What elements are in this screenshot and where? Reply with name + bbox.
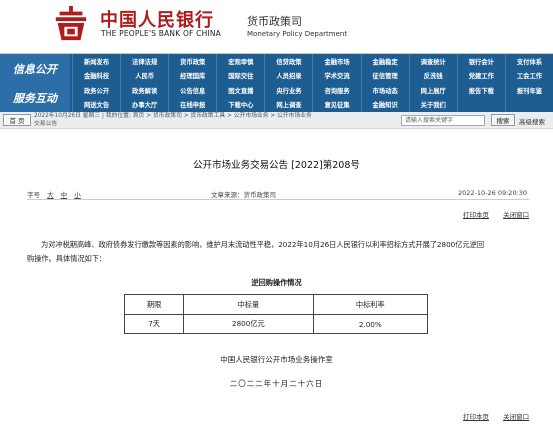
signature: 中国人民银行公开市场业务操作室 <box>220 355 333 364</box>
nav-item[interactable]: 关于我们 <box>408 97 457 112</box>
table-row: 7天 2800亿元 2.00% <box>123 314 429 334</box>
paragraph-line-2: 购操作。具体情况如下： <box>27 254 107 263</box>
nav-item[interactable]: 意见征集 <box>312 97 360 112</box>
pboc-logo-icon[interactable] <box>52 4 90 42</box>
nav-item-empty <box>456 97 505 112</box>
department-name-cn: 货币政策司 <box>247 15 302 28</box>
table-header-row: 期限 中标量 中标利率 <box>123 294 429 315</box>
home-button[interactable]: 首 页 <box>3 114 31 126</box>
close-link[interactable]: 关闭窗口 <box>503 211 529 219</box>
nav-section-info-public[interactable]: 信息公开 <box>0 54 70 83</box>
breadcrumb: 2022年10月26日 星期三 | 我的位置: 首页 > 货币政策司 > 货币政… <box>34 113 312 128</box>
nav-item[interactable]: 图文直播 <box>216 83 264 98</box>
nav-item[interactable]: 网送文告 <box>72 97 120 112</box>
nav-item[interactable]: 党建工作 <box>456 68 505 83</box>
department-name-en: Monetary Policy Department <box>247 30 348 38</box>
breadcrumb-line-2[interactable]: 交易公告 <box>34 121 312 129</box>
table-cell: 7天 <box>123 314 185 334</box>
nav-item[interactable]: 宏观审慎 <box>216 54 264 69</box>
font-size-medium[interactable]: 中 <box>61 191 68 199</box>
nav-item[interactable]: 反洗钱 <box>408 68 457 83</box>
article-actions-top: 打印本页 关闭窗口 <box>461 209 529 219</box>
nav-item[interactable]: 征信管理 <box>360 68 409 83</box>
bank-name-en: THE PEOPLE'S BANK OF CHINA <box>101 29 221 38</box>
nav-item[interactable]: 咨询服务 <box>312 83 360 98</box>
breadcrumb-line-1[interactable]: 2022年10月26日 星期三 | 我的位置: 首页 > 货币政策司 > 货币政… <box>34 113 312 121</box>
nav-item[interactable]: 下载中心 <box>216 97 264 112</box>
table-header-cell: 期限 <box>123 294 185 315</box>
paragraph-line-1: 为对冲税期高峰、政府债券发行缴款等因素的影响，维护月末流动性平稳，2022年10… <box>41 240 485 249</box>
nav-item[interactable]: 网上展厅 <box>408 83 457 98</box>
operations-table: 期限 中标量 中标利率 7天 2800亿元 2.00% <box>123 294 429 334</box>
nav-item[interactable]: 国际交往 <box>216 68 264 83</box>
nav-item[interactable]: 法律法规 <box>120 54 168 69</box>
font-size-selector: 字号 大 中 小 <box>27 189 86 199</box>
nav-item[interactable]: 网上调查 <box>264 97 312 112</box>
table-title: 逆回购操作情况 <box>251 278 302 287</box>
nav-item[interactable]: 金融稳定 <box>360 54 409 69</box>
nav-item[interactable]: 金融市场 <box>312 54 360 69</box>
nav-section-service[interactable]: 服务互动 <box>0 83 70 112</box>
nav-item[interactable]: 报告下载 <box>456 83 505 98</box>
main-navigation: 信息公开 服务互动 新闻发布 法律法规 货币政策 宏观审慎 信贷政策 金融市场 … <box>0 54 553 112</box>
nav-item[interactable]: 在线申报 <box>168 97 216 112</box>
article-date: 二〇二二年十月二十六日 <box>229 379 324 388</box>
nav-item[interactable]: 新闻发布 <box>72 54 120 69</box>
nav-item[interactable]: 支付体系 <box>504 54 553 69</box>
nav-item[interactable]: 金融知识 <box>360 97 409 112</box>
advanced-search-link[interactable]: 高级搜索 <box>519 116 545 126</box>
nav-grid: 新闻发布 法律法规 货币政策 宏观审慎 信贷政策 金融市场 金融稳定 调查统计 … <box>72 54 553 112</box>
article-title: 公开市场业务交易公告 [2022]第208号 <box>193 160 360 171</box>
nav-item[interactable]: 银行会计 <box>456 54 505 69</box>
nav-item[interactable]: 公告信息 <box>168 83 216 98</box>
nav-item[interactable]: 政务公开 <box>72 83 120 98</box>
nav-item[interactable]: 市场动态 <box>360 83 409 98</box>
search-button[interactable]: 搜索 <box>491 114 515 126</box>
font-size-label: 字号 <box>27 191 40 199</box>
nav-item[interactable]: 经理国库 <box>168 68 216 83</box>
article-actions-bottom: 打印本页 关闭窗口 <box>461 411 529 421</box>
nav-item[interactable]: 工会工作 <box>504 68 553 83</box>
print-link[interactable]: 打印本页 <box>463 413 489 421</box>
nav-item[interactable]: 报刊年鉴 <box>504 83 553 98</box>
divider <box>27 199 529 200</box>
nav-item[interactable]: 人民币 <box>120 68 168 83</box>
nav-item[interactable]: 货币政策 <box>168 54 216 69</box>
font-size-small[interactable]: 小 <box>74 191 81 199</box>
article-paragraph: 为对冲税期高峰、政府债券发行缴款等因素的影响，维护月末流动性平稳，2022年10… <box>27 238 543 266</box>
table-cell: 2800亿元 <box>183 314 314 334</box>
table-cell: 2.00% <box>312 314 429 334</box>
nav-item[interactable]: 信贷政策 <box>264 54 312 69</box>
top-bar: 首 页 2022年10月26日 星期三 | 我的位置: 首页 > 货币政策司 >… <box>0 112 553 129</box>
nav-item[interactable]: 央行业务 <box>264 83 312 98</box>
font-size-large[interactable]: 大 <box>47 191 54 199</box>
close-link[interactable]: 关闭窗口 <box>503 413 529 421</box>
print-link[interactable]: 打印本页 <box>463 211 489 219</box>
article-datetime: 2022-10-26 09:20:30 <box>458 189 528 197</box>
article-source: 文章来源：货币政策司 <box>211 191 276 199</box>
table-header-cell: 中标量 <box>183 294 314 315</box>
site-header: 中国人民银行 THE PEOPLE'S BANK OF CHINA 货币政策司 … <box>0 0 553 54</box>
table-header-cell: 中标利率 <box>312 294 429 315</box>
search-input[interactable]: 请输入搜索关键字 <box>401 115 485 126</box>
nav-item[interactable]: 办事大厅 <box>120 97 168 112</box>
nav-item[interactable]: 人员招录 <box>264 68 312 83</box>
nav-item[interactable]: 金融科技 <box>72 68 120 83</box>
nav-item[interactable]: 调查统计 <box>408 54 457 69</box>
nav-item[interactable]: 政务解读 <box>120 83 168 98</box>
nav-item[interactable]: 学术交流 <box>312 68 360 83</box>
nav-item-empty <box>504 97 553 112</box>
